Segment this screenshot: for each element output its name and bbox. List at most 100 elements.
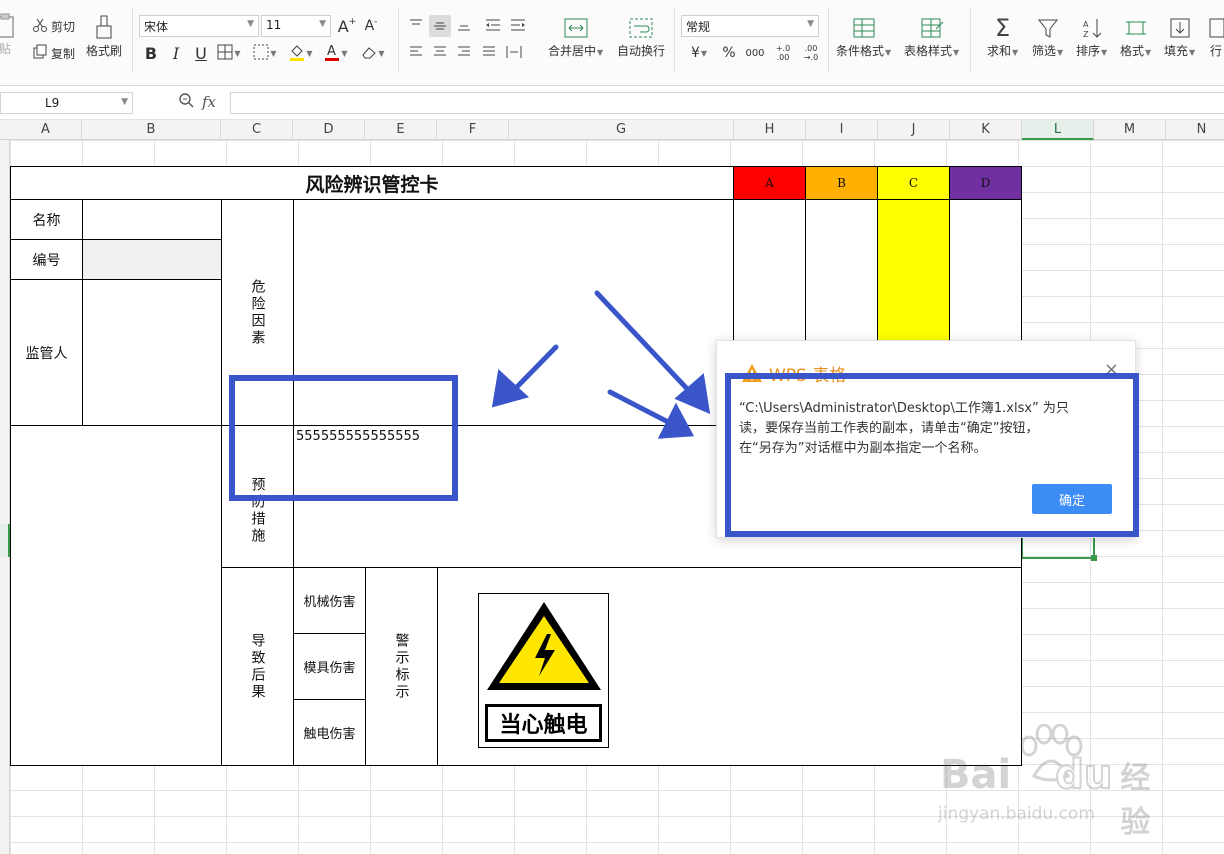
column-header[interactable]: E	[365, 120, 437, 140]
increase-decimal-button[interactable]: +.0 .00	[770, 42, 796, 64]
table-style-label: 表格样式▼	[904, 44, 960, 58]
font-color-button[interactable]: A ▼	[325, 42, 348, 64]
font-name-select[interactable]: 宋体 ▼	[139, 15, 259, 37]
align-center-button[interactable]	[429, 42, 451, 64]
percent-button[interactable]: %	[718, 42, 740, 64]
distributed-button[interactable]	[503, 42, 525, 64]
align-right-button[interactable]	[453, 42, 475, 64]
fill-color-button[interactable]: ▼	[290, 42, 313, 64]
name-value-cell[interactable]	[82, 199, 222, 240]
column-header[interactable]: H	[734, 120, 806, 140]
number-label-cell[interactable]: 编号	[10, 239, 83, 280]
justify-button[interactable]	[478, 42, 500, 64]
name-box[interactable]: L9 ▼	[0, 92, 133, 114]
merge-center-button[interactable]: 合并居中▼	[548, 14, 603, 59]
outdent-button[interactable]	[482, 15, 504, 37]
column-header[interactable]: B	[82, 120, 221, 140]
sort-button[interactable]: AZ 排序▼	[1076, 14, 1107, 59]
row-header-strip	[0, 140, 10, 854]
rows-cols-button[interactable]: 行	[1208, 14, 1224, 59]
align-top-button[interactable]	[405, 15, 427, 37]
insert-function-icon[interactable]: fx	[202, 93, 216, 111]
blank-left-block[interactable]	[10, 425, 222, 766]
merge-center-label: 合并居中▼	[548, 44, 604, 58]
sum-button[interactable]: Σ 求和▼	[987, 14, 1018, 59]
italic-button[interactable]: I	[165, 42, 187, 64]
close-icon[interactable]: ×	[1104, 359, 1119, 380]
prevention-label-cell[interactable]: 预防措施	[221, 425, 294, 568]
border-button[interactable]: ▼	[217, 42, 241, 64]
ribbon-divider	[828, 8, 829, 72]
align-bottom-button[interactable]	[453, 15, 475, 37]
ribbon-divider	[398, 8, 399, 72]
currency-label: ¥	[690, 45, 700, 61]
increase-font-button[interactable]: A +	[336, 15, 358, 37]
number-format-select[interactable]: 常规 ▼	[681, 15, 819, 37]
column-header[interactable]: A	[10, 120, 82, 140]
risk-level-header-a[interactable]: A	[733, 166, 806, 200]
consequence-item-cell[interactable]: 模具伤害	[293, 633, 366, 700]
percent-label: %	[722, 45, 736, 61]
table-style-button[interactable]: 表格样式▼	[904, 14, 959, 59]
prevention-value: 555555555555555	[296, 429, 421, 444]
dialog-message-line: “C:\Users\Administrator\Desktop\工作簿1.xls…	[739, 401, 1069, 416]
column-header[interactable]: F	[437, 120, 509, 140]
column-header[interactable]: M	[1094, 120, 1166, 140]
consequence-label-cell[interactable]: 导致后果	[221, 567, 294, 766]
bold-button[interactable]: B	[140, 42, 162, 64]
column-header[interactable]: D	[293, 120, 365, 140]
conditional-format-label: 条件格式▼	[836, 44, 892, 58]
hazard-value-cell[interactable]	[293, 199, 734, 426]
zoom-icon[interactable]	[178, 92, 194, 111]
filter-button[interactable]: 筛选▼	[1032, 14, 1063, 59]
column-header[interactable]: C	[221, 120, 293, 140]
format-button[interactable]: 格式▼	[1120, 14, 1151, 59]
column-header-selected[interactable]: L	[1022, 120, 1094, 140]
fill-button[interactable]: 填充▼	[1164, 14, 1195, 59]
ok-button[interactable]: 确定	[1032, 484, 1112, 514]
supervisor-value-cell[interactable]	[82, 279, 222, 426]
paste-button[interactable]: 贴	[0, 12, 16, 57]
fill-handle[interactable]	[1091, 555, 1097, 561]
conditional-format-button[interactable]: 条件格式▼	[836, 14, 891, 59]
currency-button[interactable]: ¥ ▼	[684, 42, 714, 64]
cut-label: 剪切	[51, 20, 76, 34]
decrease-decimal-button[interactable]: .00 →.0	[798, 42, 824, 64]
risk-level-header-d[interactable]: D	[949, 166, 1022, 200]
name-label-cell[interactable]: 名称	[10, 199, 83, 240]
consequence-item-cell[interactable]: 触电伤害	[293, 699, 366, 766]
column-header[interactable]: G	[509, 120, 734, 140]
risk-level-header-c[interactable]: C	[877, 166, 950, 200]
ribbon-divider	[132, 8, 133, 72]
consequence-item-cell[interactable]: 机械伤害	[293, 567, 366, 634]
cell-style-icon	[253, 44, 269, 63]
column-header[interactable]: I	[806, 120, 878, 140]
hazard-label-cell[interactable]: 危险因素	[221, 199, 294, 426]
align-middle-button[interactable]	[429, 15, 451, 37]
cell-style-button[interactable]: ▼	[253, 42, 277, 64]
wrap-text-button[interactable]: 自动换行	[617, 14, 665, 59]
copy-button[interactable]: 复制	[32, 44, 75, 63]
clear-button[interactable]: ▼	[362, 42, 385, 64]
number-value-cell[interactable]	[82, 239, 222, 280]
thousands-button[interactable]: 000	[742, 42, 768, 64]
format-label: 格式▼	[1120, 44, 1152, 58]
align-left-button[interactable]	[405, 42, 427, 64]
column-header[interactable]: J	[878, 120, 950, 140]
align-center-icon	[433, 45, 447, 62]
supervisor-label-cell[interactable]: 监管人	[10, 279, 83, 426]
cut-button[interactable]: 剪切	[32, 17, 75, 36]
format-painter-button[interactable]: 格式刷	[86, 14, 122, 59]
decrease-font-button[interactable]: A-	[360, 15, 382, 37]
card-title[interactable]: 风险辨识管控卡	[10, 166, 734, 200]
warning-label-cell[interactable]: 警示标示	[365, 567, 438, 766]
indent-button[interactable]	[507, 15, 529, 37]
font-size-select[interactable]: 11 ▼	[261, 15, 331, 37]
sort-label: 排序▼	[1076, 44, 1108, 58]
row-header-selected[interactable]	[0, 524, 10, 557]
formula-input[interactable]	[230, 92, 1224, 114]
column-header[interactable]: K	[950, 120, 1022, 140]
risk-level-header-b[interactable]: B	[805, 166, 878, 200]
underline-button[interactable]: U	[190, 42, 212, 64]
column-header[interactable]: N	[1166, 120, 1224, 140]
